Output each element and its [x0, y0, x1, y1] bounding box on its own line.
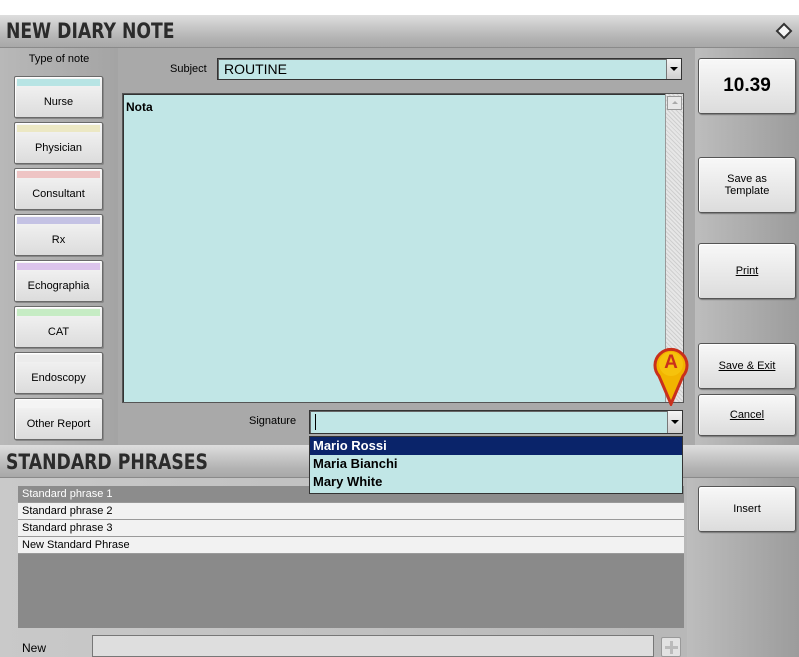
- note-type-color-strip: [17, 309, 100, 316]
- print-button[interactable]: Print: [698, 243, 796, 299]
- note-type-echographia-button[interactable]: Echographia: [14, 260, 103, 302]
- note-type-header: Type of note: [28, 53, 90, 65]
- note-type-label: Endoscopy: [31, 372, 86, 384]
- save-template-label-1: Save as: [727, 173, 767, 185]
- note-type-color-strip: [17, 217, 100, 224]
- chevron-down-icon[interactable]: [667, 411, 682, 433]
- signature-option[interactable]: Mary White: [310, 473, 682, 491]
- window-title: NEW DIARY NOTE: [6, 19, 175, 43]
- save-exit-button[interactable]: Save & Exit: [698, 343, 796, 389]
- note-type-color-strip: [17, 125, 100, 132]
- note-type-other-report-button[interactable]: Other Report: [14, 398, 103, 440]
- note-type-rx-button[interactable]: Rx: [14, 214, 103, 256]
- diamond-icon[interactable]: [775, 22, 793, 40]
- time-display: 10.39: [698, 58, 796, 114]
- note-type-consultant-button[interactable]: Consultant: [14, 168, 103, 210]
- phrase-row[interactable]: New Standard Phrase: [18, 537, 684, 554]
- note-type-label: Nurse: [43, 96, 74, 108]
- note-type-label: Physician: [34, 142, 83, 154]
- time-value: 10.39: [723, 75, 771, 96]
- signature-label: Signature: [249, 415, 297, 427]
- phrases-list[interactable]: Standard phrase 1 Standard phrase 2 Standa…: [18, 486, 684, 628]
- signature-combo[interactable]: [309, 410, 683, 434]
- signature-option[interactable]: Mario Rossi: [310, 437, 682, 455]
- insert-label: Insert: [733, 503, 761, 515]
- note-type-label: Echographia: [27, 280, 90, 292]
- note-type-label: CAT: [47, 326, 70, 338]
- subject-value: ROUTINE: [224, 61, 287, 77]
- note-type-label: Consultant: [32, 188, 85, 200]
- new-phrase-input[interactable]: [92, 635, 654, 657]
- scroll-up-icon[interactable]: [667, 96, 682, 110]
- note-type-cat-button[interactable]: CAT: [14, 306, 103, 348]
- note-type-color-strip: [17, 401, 100, 408]
- cancel-label: Cancel: [729, 409, 765, 421]
- save-template-label-2: Template: [724, 185, 770, 197]
- phrase-row[interactable]: Standard phrase 2: [18, 503, 684, 520]
- note-type-endoscopy-button[interactable]: Endoscopy: [14, 352, 103, 394]
- marker-label: A: [664, 352, 678, 373]
- phrase-row[interactable]: Standard phrase 3: [18, 520, 684, 537]
- print-label: Print: [735, 265, 759, 277]
- phrases-title: STANDARD PHRASES: [6, 450, 208, 474]
- add-phrase-icon[interactable]: [661, 637, 681, 657]
- signature-option[interactable]: Maria Bianchi: [310, 455, 682, 473]
- save-as-template-button[interactable]: Save as Template: [698, 157, 796, 213]
- signature-dropdown-list[interactable]: Mario Rossi Maria Bianchi Mary White: [309, 436, 683, 494]
- note-type-color-strip: [17, 355, 100, 362]
- new-phrase-label: New: [22, 641, 47, 655]
- subject-combo[interactable]: ROUTINE: [217, 58, 682, 80]
- note-type-nurse-button[interactable]: Nurse: [14, 76, 103, 118]
- note-type-label: Rx: [51, 234, 66, 246]
- subject-label: Subject: [170, 63, 207, 75]
- note-textarea[interactable]: Nota: [122, 93, 684, 403]
- note-type-color-strip: [17, 171, 100, 178]
- text-caret: [315, 414, 316, 430]
- insert-button[interactable]: Insert: [698, 486, 796, 532]
- note-type-physician-button[interactable]: Physician: [14, 122, 103, 164]
- note-type-label: Other Report: [26, 418, 91, 430]
- window-titlebar: NEW DIARY NOTE: [0, 15, 799, 48]
- annotation-marker-icon: A: [651, 342, 691, 408]
- note-type-color-strip: [17, 79, 100, 86]
- note-text: Nota: [126, 100, 153, 114]
- chevron-down-icon[interactable]: [666, 59, 681, 79]
- save-exit-label: Save & Exit: [718, 360, 776, 372]
- note-type-color-strip: [17, 263, 100, 270]
- cancel-button[interactable]: Cancel: [698, 394, 796, 436]
